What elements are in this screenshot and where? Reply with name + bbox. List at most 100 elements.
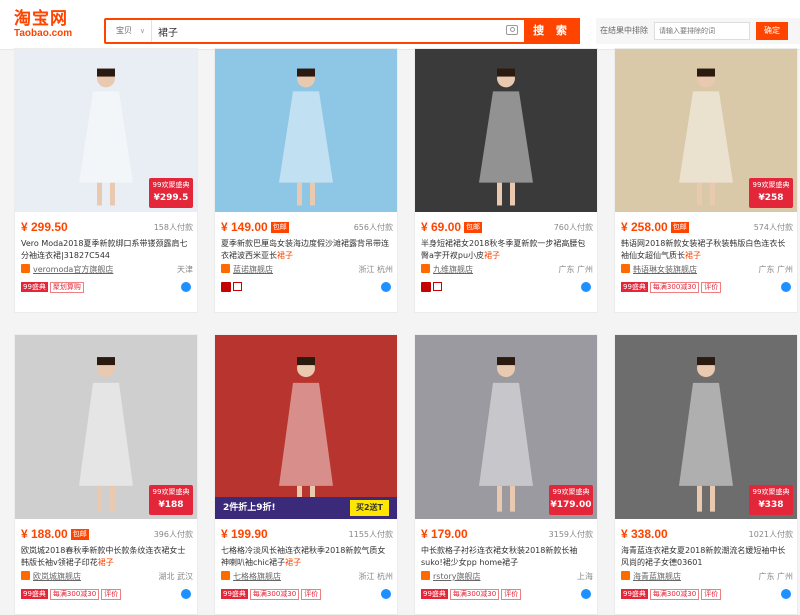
product-image[interactable] [415, 49, 597, 212]
product-card[interactable]: 99欢聚盛典 ¥258 ¥ 258.00 包邮 574人付款韩语网2018新款女装裙子秋… [614, 48, 798, 313]
shop-link[interactable]: 九维旗舰店 [433, 265, 473, 274]
product-card[interactable]: ¥ 69.00 包邮 760人付款 半身短裙裙女2018秋冬季夏新款一步裙高腰包臀a字… [414, 48, 598, 313]
product-title[interactable]: 半身短裙裙女2018秋冬季夏新款一步裙高腰包臀a字开衩pu小皮裙子 [421, 238, 593, 262]
product-title-text: 半身短裙裙女2018秋冬季夏新款一步裙高腰包臀a字开衩pu小皮 [421, 239, 586, 260]
badge-99[interactable]: 99盛典 [621, 589, 648, 599]
product-image[interactable]: 99欢聚盛典 ¥258 [615, 49, 797, 212]
service-badges: 99盛典 每满300减30 评价 [621, 589, 793, 601]
badge-text[interactable]: 评价 [701, 589, 722, 600]
guarantee-icon[interactable] [233, 282, 242, 291]
product-title-text: 中长款格子衬衫连衣裙女秋装2018新款长袖suko!裙少女pp home裙子 [421, 546, 578, 567]
shop-row: 韩语琳女装旗舰店 广东 广州 [621, 264, 793, 276]
wangwang-chat-icon[interactable] [581, 282, 591, 292]
free-shipping-tag: 包邮 [270, 222, 289, 233]
badge-text[interactable]: 每满300减30 [649, 589, 700, 600]
product-image[interactable] [215, 49, 397, 212]
service-badges: 99盛典 聚划算购 [21, 282, 193, 294]
shop-link[interactable]: 韩语琳女装旗舰店 [633, 265, 697, 274]
product-price: ¥ 149.00 [221, 220, 268, 234]
taobao-logo[interactable]: 淘宝网 Taobao.com [14, 10, 84, 42]
wangwang-chat-icon[interactable] [381, 282, 391, 292]
badge-99[interactable]: 99盛典 [421, 589, 448, 599]
badge-text[interactable]: 评价 [701, 282, 722, 293]
product-image[interactable]: 2件折上9折! 买2送T [215, 335, 397, 519]
exclude-input[interactable] [654, 22, 750, 40]
badge-99[interactable]: 99盛典 [621, 282, 648, 292]
product-title[interactable]: 夏季新款巴厘岛女装海边度假沙滩裙露背吊带连衣裙波西米亚长裙子 [221, 238, 393, 262]
search-input[interactable] [158, 22, 498, 40]
shop-location: 广东 广州 [558, 265, 593, 274]
badge-text[interactable]: 每满300减30 [449, 589, 500, 600]
service-badges: 99盛典 每满300减30 评价 [221, 589, 393, 601]
sales-count: 3159人付款 [548, 530, 593, 539]
shop-row: rstory旗舰店 上海 [421, 571, 593, 583]
product-price: ¥ 179.00 [421, 527, 468, 541]
shop-link[interactable]: 欧岚城旗舰店 [33, 572, 81, 581]
exclude-confirm-button[interactable]: 确定 [756, 22, 788, 40]
tmall-icon[interactable] [221, 282, 231, 292]
festival-price-badge: 99欢聚盛典 ¥299.5 [149, 178, 193, 208]
wangwang-chat-icon[interactable] [781, 589, 791, 599]
badge-99[interactable]: 99盛典 [221, 589, 248, 599]
camera-icon[interactable] [506, 25, 518, 35]
product-image[interactable]: 99欢聚盛典 ¥188 [15, 335, 197, 519]
search-button[interactable]: 搜 索 [524, 18, 580, 44]
product-card[interactable]: 99欢聚盛典 ¥299.5 ¥ 299.50 158人付款 Vero Moda2018夏… [14, 48, 198, 313]
shop-link[interactable]: 蓝诺旗舰店 [233, 265, 273, 274]
product-title[interactable]: Vero Moda2018夏季新款绑口系带镂颈露肩七分袖连衣裙|31827C54… [21, 238, 193, 262]
wangwang-chat-icon[interactable] [581, 589, 591, 599]
badge-price: ¥299.5 [153, 193, 189, 203]
shop-link[interactable]: rstory旗舰店 [433, 572, 481, 581]
free-shipping-tag: 包邮 [464, 222, 483, 233]
product-title[interactable]: 中长款格子衬衫连衣裙女秋装2018新款长袖suko!裙少女pp home裙子 [421, 545, 593, 569]
product-image[interactable]: 99欢聚盛典 ¥179.00 [415, 335, 597, 519]
price-row: ¥ 179.00 3159人付款 [421, 527, 593, 543]
keyword-highlight: 裙子 [685, 251, 701, 260]
badge-99[interactable]: 99盛典 [21, 589, 48, 599]
product-title[interactable]: 韩语网2018新款女装裙子秋装韩版白色连衣长袖仙女超仙气质长裙子 [621, 238, 793, 262]
wangwang-chat-icon[interactable] [781, 282, 791, 292]
festival-price-badge: 99欢聚盛典 ¥179.00 [549, 485, 593, 515]
wangwang-chat-icon[interactable] [181, 282, 191, 292]
product-price: ¥ 199.90 [221, 527, 268, 541]
shop-row: 七格格旗舰店 浙江 杭州 [221, 571, 393, 583]
tmall-icon[interactable] [421, 282, 431, 292]
price-row: ¥ 338.00 1021人付款 [621, 527, 793, 543]
promo-text: 2件折上9折! [223, 503, 276, 513]
product-card[interactable]: 2件折上9折! 买2送T ¥ 199.90 1155人付款 七格格冷淡风长袖连衣裙秋季2… [214, 334, 398, 615]
product-title[interactable]: 海青蓝连衣裙女夏2018新款潮流名媛短袖中长风尚的裙子女德03601 [621, 545, 793, 569]
price-row: ¥ 258.00 包邮 574人付款 [621, 220, 793, 236]
logo-en: Taobao.com [14, 28, 73, 39]
festival-price-badge: 99欢聚盛典 ¥258 [749, 178, 793, 208]
badge-text[interactable]: 聚划算购 [49, 282, 84, 293]
promo-banner: 2件折上9折! 买2送T [215, 497, 397, 519]
sales-count: 1021人付款 [748, 530, 793, 539]
shop-icon [21, 571, 30, 580]
badge-text[interactable]: 评价 [501, 589, 522, 600]
badge-99[interactable]: 99盛典 [21, 282, 48, 292]
guarantee-icon[interactable] [433, 282, 442, 291]
product-image[interactable]: 99欢聚盛典 ¥299.5 [15, 49, 197, 212]
badge-price: ¥338 [758, 500, 784, 510]
product-title[interactable]: 欧岚城2018春秋季新款中长款条纹连衣裙女士韩版长袖v领裙子印花裙子 [21, 545, 193, 569]
product-card[interactable]: 99欢聚盛典 ¥338 ¥ 338.00 1021人付款海青蓝连衣裙女夏2018新款潮… [614, 334, 798, 615]
product-card[interactable]: ¥ 149.00 包邮 656人付款夏季新款巴厘岛女装海边度假沙滩裙露背吊带连衣裙波… [214, 48, 398, 313]
badge-text[interactable]: 评价 [101, 589, 122, 600]
product-image[interactable]: 99欢聚盛典 ¥338 [615, 335, 797, 519]
shop-row: 蓝诺旗舰店 浙江 杭州 [221, 264, 393, 276]
product-card[interactable]: 99欢聚盛典 ¥188 ¥ 188.00 包邮 396人付款 欧岚城2018春秋季新款中长… [14, 334, 198, 615]
shop-location: 浙江 杭州 [358, 265, 393, 274]
product-title[interactable]: 七格格冷淡风长袖连衣裙秋季2018新款气质女神喇叭袖chic裙子裙子 [221, 545, 393, 569]
badge-text[interactable]: 每满300减30 [249, 589, 300, 600]
badge-text[interactable]: 每满300减30 [649, 282, 700, 293]
badge-text[interactable]: 每满300减30 [49, 589, 100, 600]
price-row: ¥ 149.00 包邮 656人付款 [221, 220, 393, 236]
product-card[interactable]: 99欢聚盛典 ¥179.00 ¥ 179.00 3159人付款中长款格子衬衫连衣裙女秋… [414, 334, 598, 615]
wangwang-chat-icon[interactable] [181, 589, 191, 599]
search-category-select[interactable]: 宝贝 ∨ [106, 20, 152, 42]
shop-link[interactable]: veromoda官方旗舰店 [33, 265, 113, 274]
badge-text[interactable]: 评价 [301, 589, 322, 600]
shop-link[interactable]: 七格格旗舰店 [233, 572, 281, 581]
shop-link[interactable]: 海青蓝旗舰店 [633, 572, 681, 581]
wangwang-chat-icon[interactable] [381, 589, 391, 599]
